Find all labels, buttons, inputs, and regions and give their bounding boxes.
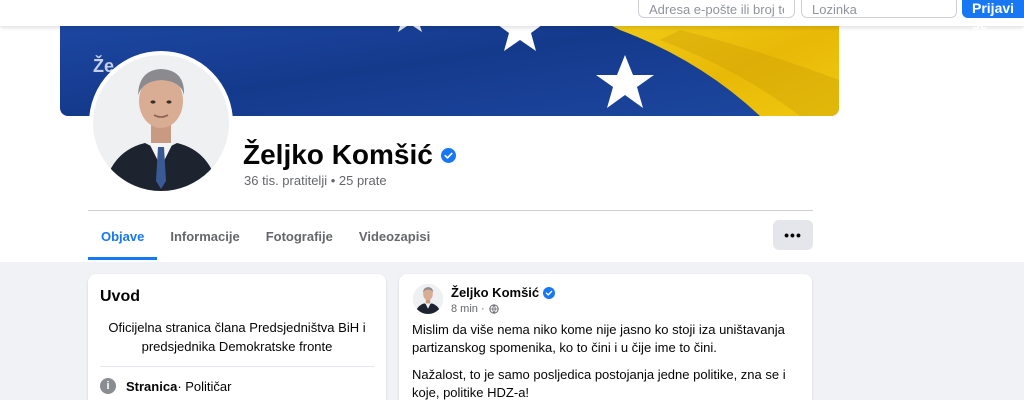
more-icon: ••• bbox=[784, 227, 802, 243]
intro-category-value[interactable]: · Političar bbox=[177, 379, 231, 394]
verified-badge-icon bbox=[543, 286, 556, 299]
post-paragraph: Nažalost, to je samo posljedica postojan… bbox=[412, 367, 786, 400]
intro-title: Uvod bbox=[100, 288, 140, 305]
intro-category-type: Stranica bbox=[126, 378, 178, 394]
tab-objave[interactable]: Objave bbox=[88, 218, 158, 260]
tab-fotografije[interactable]: Fotografije bbox=[253, 218, 346, 260]
email-field[interactable] bbox=[638, 0, 795, 18]
post-paragraph: Mislim da više nema niko kome nije jasno… bbox=[412, 322, 785, 355]
intro-category-row: i Stranica · Političar bbox=[100, 378, 232, 394]
post-card: Željko Komšić 8 min · Mislim da više nem… bbox=[399, 274, 812, 400]
more-button[interactable]: ••• bbox=[773, 220, 813, 250]
intro-card: Uvod Oficijelna stranica člana Predsjedn… bbox=[88, 274, 386, 400]
follower-stats[interactable]: 36 tis. pratitelji • 25 prate bbox=[244, 173, 387, 188]
post-author-avatar[interactable] bbox=[413, 284, 443, 314]
header-divider bbox=[88, 210, 813, 211]
profile-tabs: Objave Informacije Fotografije Videozapi… bbox=[88, 218, 443, 260]
post-author-photo bbox=[413, 284, 443, 314]
post-author-name[interactable]: Željko Komšić bbox=[451, 285, 539, 300]
profile-name: Željko Komšić bbox=[243, 139, 456, 171]
post-meta: 8 min · bbox=[451, 303, 499, 315]
post-author: Željko Komšić bbox=[451, 285, 556, 300]
profile-photo bbox=[93, 55, 229, 191]
intro-bio: Oficijelna stranica člana Predsjedništva… bbox=[108, 320, 366, 354]
login-bar: Prijavi se bbox=[0, 0, 1024, 32]
globe-icon bbox=[488, 304, 499, 314]
intro-divider bbox=[100, 366, 374, 367]
tab-videozapisi[interactable]: Videozapisi bbox=[346, 218, 443, 260]
profile-avatar[interactable] bbox=[89, 51, 233, 195]
post-time[interactable]: 8 min · bbox=[451, 303, 485, 315]
info-icon: i bbox=[100, 378, 116, 394]
tab-informacije[interactable]: Informacije bbox=[157, 218, 252, 260]
post-body: Mislim da više nema niko kome nije jasno… bbox=[412, 321, 802, 400]
verified-badge-icon bbox=[440, 147, 456, 163]
password-field[interactable] bbox=[801, 0, 957, 18]
login-button[interactable]: Prijavi se bbox=[962, 0, 1024, 32]
profile-name-text: Željko Komšić bbox=[243, 139, 433, 170]
